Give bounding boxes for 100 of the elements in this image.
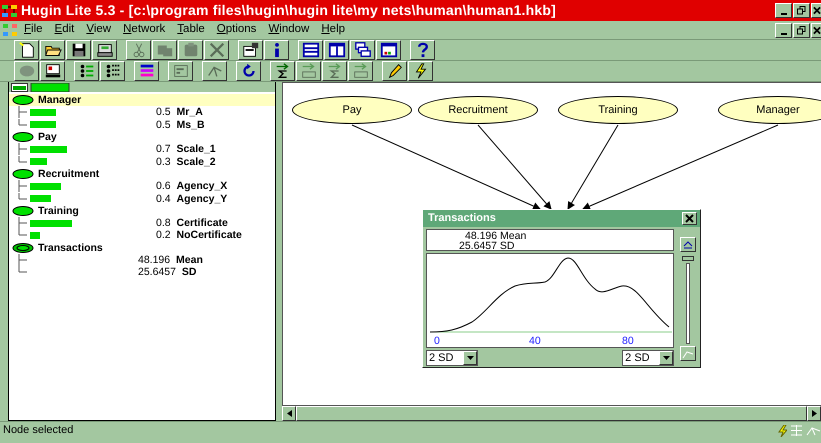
probability-bar xyxy=(30,146,67,153)
restore-icon xyxy=(797,26,806,34)
clipboard-icon xyxy=(182,41,200,59)
network-node[interactable]: Manager xyxy=(718,96,821,124)
minimize-button[interactable] xyxy=(775,22,792,38)
probability-bar xyxy=(30,158,47,166)
printer-icon xyxy=(96,41,114,59)
restore-button[interactable] xyxy=(793,22,810,38)
sum-icon xyxy=(326,62,344,80)
rows-layout-button[interactable] xyxy=(298,40,323,60)
expand-list-icon xyxy=(78,62,96,80)
close-button[interactable] xyxy=(811,3,821,18)
collapse-list-button[interactable] xyxy=(100,61,125,81)
probability-bar xyxy=(30,232,40,239)
node-icon xyxy=(12,132,34,142)
menu-item[interactable]: Network xyxy=(117,21,172,39)
close-button[interactable] xyxy=(682,212,697,225)
properties-button[interactable] xyxy=(238,40,263,60)
delete-icon xyxy=(208,41,226,59)
folder-button[interactable] xyxy=(40,40,65,60)
node-name[interactable]: Pay xyxy=(38,132,57,142)
scrollbar-thumb[interactable] xyxy=(296,406,807,421)
disk-button[interactable] xyxy=(66,40,91,60)
state-text: 0.3 Scale_2 xyxy=(156,156,216,167)
menu-item[interactable]: Help xyxy=(315,21,352,39)
axis-tick-label: 80 xyxy=(622,336,634,347)
app-icon xyxy=(2,4,18,16)
state-text: 0.6 Agency_X xyxy=(156,181,228,192)
layout-button[interactable] xyxy=(680,346,696,361)
axis-tick-label: 0 xyxy=(434,336,440,347)
sum-button[interactable] xyxy=(270,61,295,81)
help-button[interactable] xyxy=(410,40,435,60)
scroll-left-button[interactable] xyxy=(282,406,296,421)
lightning-icon xyxy=(778,424,787,436)
colored-bars-button[interactable] xyxy=(134,61,159,81)
monitor-button[interactable] xyxy=(40,61,65,81)
state-text: 0.5 Ms_B xyxy=(156,120,205,130)
sum-icon xyxy=(274,62,292,80)
document-icon xyxy=(3,24,18,36)
probability-bar xyxy=(30,220,72,227)
new-file-button[interactable] xyxy=(14,40,39,60)
node-name[interactable]: Transactions xyxy=(38,242,103,253)
window-title: Hugin Lite 5.3 - [c:\program files\hugin\hugin lite\my nets\human\human1.hkb] xyxy=(21,1,557,20)
chevron-up-icon xyxy=(683,240,694,248)
cascade-windows-button[interactable] xyxy=(350,40,375,60)
monitor-title: Transactions xyxy=(428,211,496,226)
align-icon xyxy=(172,62,190,80)
help-icon xyxy=(416,42,428,58)
info-button[interactable] xyxy=(264,40,289,60)
probability-bar xyxy=(30,108,56,116)
columns-layout-icon xyxy=(328,41,346,59)
network-node[interactable]: Training xyxy=(558,96,678,124)
menu-item[interactable]: View xyxy=(80,21,118,39)
tree-line-icon xyxy=(18,254,28,266)
window-button[interactable] xyxy=(376,40,401,60)
max-icon xyxy=(352,62,370,80)
node-name[interactable]: Recruitment xyxy=(38,168,100,179)
menu-item[interactable]: Options xyxy=(210,21,262,39)
minimize-icon xyxy=(780,32,786,34)
stat-text: 25.6457 SD xyxy=(458,241,516,251)
selected-row[interactable]: Manager xyxy=(9,94,275,106)
network-node[interactable]: Recruitment xyxy=(418,96,538,124)
node-name[interactable]: Manager xyxy=(38,95,82,106)
range-dropdown[interactable]: 2 SD xyxy=(622,350,674,366)
collapse-list-icon xyxy=(104,62,122,80)
max-icon xyxy=(300,62,318,80)
cascade-windows-icon xyxy=(354,41,372,59)
restore-icon xyxy=(797,6,806,15)
scroll-right-button[interactable] xyxy=(807,406,821,421)
caret-icon xyxy=(466,356,474,360)
minimize-icon xyxy=(780,13,786,15)
zoom-up-button[interactable] xyxy=(680,237,696,252)
expand-list-button[interactable] xyxy=(74,61,99,81)
network-node[interactable]: Pay xyxy=(292,96,412,124)
minimize-button[interactable] xyxy=(775,3,792,18)
probability-bar xyxy=(30,121,56,128)
lightning-button[interactable] xyxy=(408,61,433,81)
range-dropdown[interactable]: 2 SD xyxy=(426,350,478,366)
new-file-icon xyxy=(18,41,36,59)
circular-arrow-button[interactable] xyxy=(236,61,261,81)
state-text: 25.6457 SD xyxy=(138,267,196,278)
state-text: 0.2 NoCertificate xyxy=(156,230,242,240)
state-text: 0.8 Certificate xyxy=(156,218,228,228)
menu-item[interactable]: Window xyxy=(262,21,316,39)
menu-item[interactable]: File xyxy=(18,21,49,39)
restore-button[interactable] xyxy=(793,3,810,18)
node-name[interactable]: Training xyxy=(38,206,79,216)
state-text: 0.7 Scale_1 xyxy=(156,144,216,154)
menu-item[interactable]: Table xyxy=(171,21,211,39)
graph-icon xyxy=(806,425,821,436)
state-text: 0.4 Agency_Y xyxy=(156,194,228,204)
window-icon xyxy=(380,41,398,59)
columns-layout-button[interactable] xyxy=(324,40,349,60)
pencil-button[interactable] xyxy=(382,61,407,81)
axis-tick-label: 40 xyxy=(529,336,541,347)
printer-button[interactable] xyxy=(92,40,117,60)
close-button[interactable] xyxy=(811,22,821,38)
slider-thumb[interactable] xyxy=(682,256,694,261)
menu-item[interactable]: Edit xyxy=(48,21,80,39)
info-icon xyxy=(272,42,280,58)
